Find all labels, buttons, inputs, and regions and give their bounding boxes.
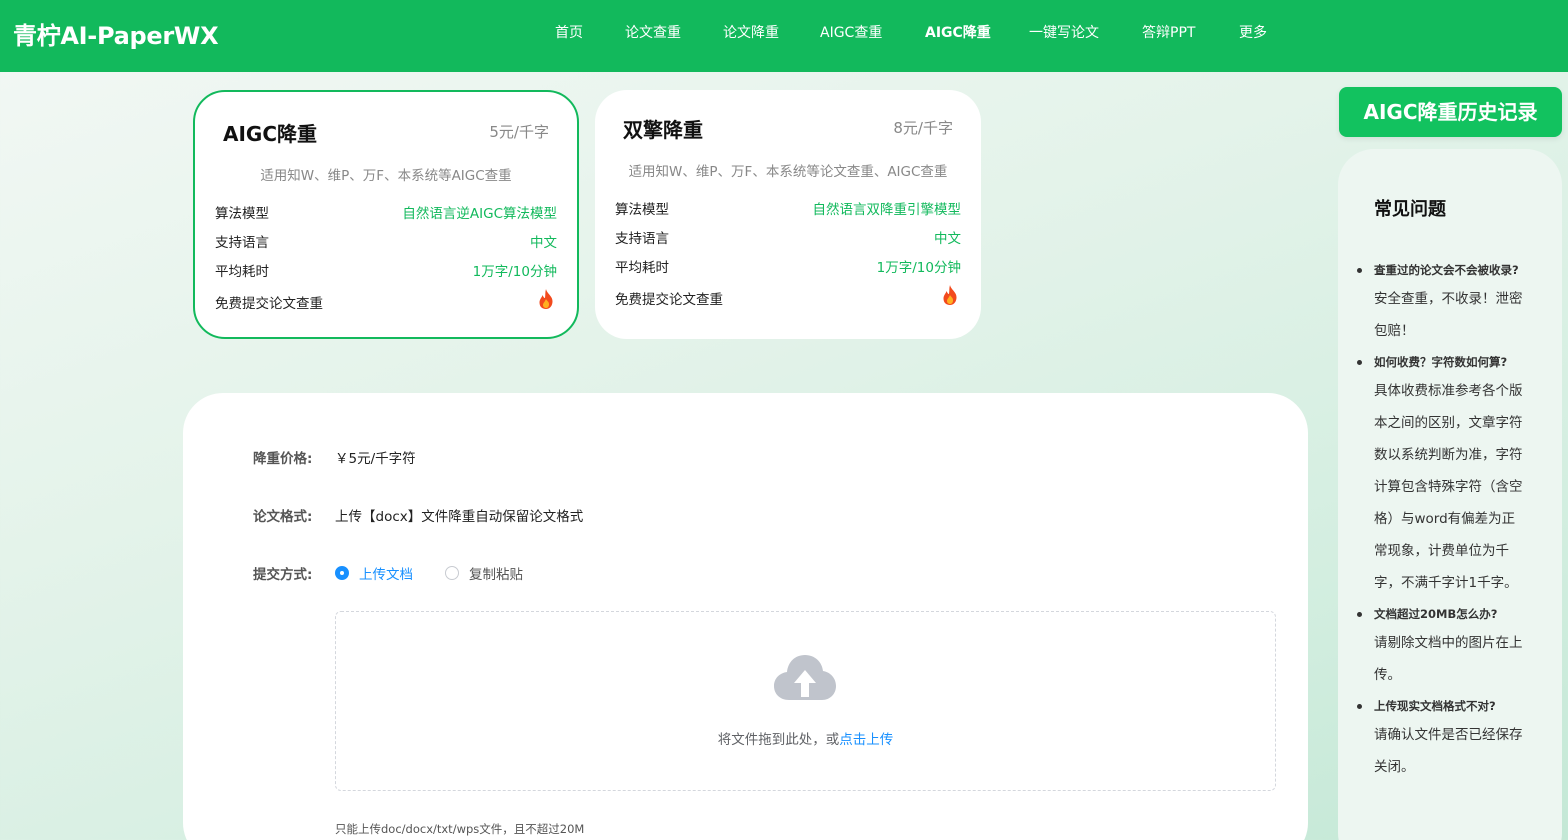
format-value: 上传【docx】文件降重自动保留论文格式 (335, 509, 584, 525)
feature-key: 免费提交论文查重 (215, 296, 323, 312)
nav-item-write-paper[interactable]: 一键写论文 (1029, 22, 1099, 42)
faq-question: 上传现实文档格式不对? (1374, 699, 1496, 713)
fire-icon (943, 285, 957, 305)
dropzone-instruction: 将文件拖到此处，或 (717, 732, 840, 748)
feature-key: 支持语言 (615, 231, 669, 247)
faq-answer: 请确认文件是否已经保存关闭。 (1374, 727, 1523, 775)
site-logo[interactable]: 青柠AI-PaperWX (13, 16, 219, 51)
click-upload-link[interactable]: 点击上传 (839, 732, 893, 748)
nav-item-paper-rewrite[interactable]: 论文降重 (723, 22, 779, 42)
plan-card-aigc-rewrite[interactable]: AIGC降重 5元/千字 适用知W、维P、万F、本系统等AIGC查重 算法模型 … (193, 90, 579, 339)
faq-item: 文档超过20MB怎么办? 请剔除文档中的图片在上传。 (1357, 605, 1526, 691)
format-label: 论文格式: (253, 509, 313, 525)
nav-item-defense-ppt[interactable]: 答辩PPT (1142, 22, 1195, 42)
radio-dot[interactable] (335, 566, 349, 580)
feature-value: 1万字/10分钟 (876, 260, 961, 276)
plan-name: 双擎降重 (623, 118, 703, 142)
feature-key: 免费提交论文查重 (615, 292, 723, 308)
feature-value: 自然语言逆AIGC算法模型 (402, 206, 557, 222)
plan-description: 适用知W、维P、万F、本系统等论文查重、AIGC查重 (628, 164, 948, 180)
history-button[interactable]: AIGC降重历史记录 (1339, 87, 1562, 137)
faq-item: 查重过的论文会不会被收录? 安全查重，不收录！泄密包赔！ (1357, 261, 1526, 347)
radio-upload-document[interactable]: 上传文档 (335, 563, 413, 583)
method-label: 提交方式: (253, 567, 313, 583)
faq-answer: 具体收费标准参考各个版本之间的区别，文章字符数以系统判断为准，字符计算包含特殊字… (1374, 383, 1523, 591)
feature-key: 算法模型 (215, 206, 269, 222)
plan-feature-row: 支持语言 中文 (615, 227, 961, 247)
faq-title: 常见问题 (1374, 199, 1446, 220)
plan-feature-row: 算法模型 自然语言双降重引擎模型 (615, 198, 961, 218)
rewrite-form-panel: 降重价格: ￥5元/千字符 论文格式: 上传【docx】文件降重自动保留论文格式… (183, 393, 1308, 840)
plan-description: 适用知W、维P、万F、本系统等AIGC查重 (260, 168, 512, 184)
top-navbar: 青柠AI-PaperWX 首页 论文查重 论文降重 AIGC查重 AIGC降重 … (0, 0, 1568, 72)
feature-key: 算法模型 (615, 202, 669, 218)
upload-hint: 只能上传doc/docx/txt/wps文件，且不超过20M (335, 822, 585, 836)
faq-item: 如何收费？字符数如何算? 具体收费标准参考各个版本之间的区别，文章字符数以系统判… (1357, 353, 1526, 599)
feature-key: 平均耗时 (215, 264, 269, 280)
feature-value: 1万字/10分钟 (472, 264, 557, 280)
faq-list: 查重过的论文会不会被收录? 安全查重，不收录！泄密包赔！ 如何收费？字符数如何算… (1357, 261, 1526, 789)
radio-copy-paste[interactable]: 复制粘贴 (445, 563, 523, 583)
faq-question: 如何收费？字符数如何算? (1374, 355, 1508, 369)
faq-answer: 安全查重，不收录！泄密包赔！ (1374, 291, 1523, 339)
faq-question: 文档超过20MB怎么办? (1374, 607, 1498, 621)
nav-item-paper-check[interactable]: 论文查重 (625, 22, 681, 42)
plan-feature-row: 平均耗时 1万字/10分钟 (615, 256, 961, 276)
feature-value: 中文 (934, 231, 961, 247)
nav-item-aigc-rewrite[interactable]: AIGC降重 (925, 22, 991, 42)
file-dropzone[interactable]: 将文件拖到此处，或点击上传 (335, 611, 1276, 791)
faq-panel: 常见问题 查重过的论文会不会被收录? 安全查重，不收录！泄密包赔！ 如何收费？字… (1338, 149, 1562, 840)
plan-feature-row: 免费提交论文查重 (215, 289, 557, 312)
cloud-upload-icon (774, 655, 836, 700)
price-value: ￥5元/千字符 (335, 451, 416, 467)
faq-answer: 请剔除文档中的图片在上传。 (1374, 635, 1523, 683)
fire-icon (539, 289, 553, 309)
dropzone-text: 将文件拖到此处，或点击上传 (336, 728, 1275, 748)
plan-card-dual-engine[interactable]: 双擎降重 8元/千字 适用知W、维P、万F、本系统等论文查重、AIGC查重 算法… (595, 90, 981, 339)
feature-value: 自然语言双降重引擎模型 (812, 202, 962, 218)
feature-key: 平均耗时 (615, 260, 669, 276)
nav-item-more[interactable]: 更多 (1239, 22, 1267, 42)
plan-feature-row: 平均耗时 1万字/10分钟 (215, 260, 557, 280)
plan-name: AIGC降重 (223, 122, 318, 146)
plan-feature-row: 支持语言 中文 (215, 231, 557, 251)
radio-label[interactable]: 上传文档 (359, 563, 413, 583)
plan-price: 5元/千字 (489, 123, 549, 141)
plan-feature-row: 免费提交论文查重 (615, 285, 961, 308)
faq-item: 上传现实文档格式不对? 请确认文件是否已经保存关闭。 (1357, 697, 1526, 783)
nav-item-home[interactable]: 首页 (555, 22, 583, 42)
plan-feature-row: 算法模型 自然语言逆AIGC算法模型 (215, 202, 557, 222)
feature-key: 支持语言 (215, 235, 269, 251)
faq-question: 查重过的论文会不会被收录? (1374, 263, 1519, 277)
feature-value: 中文 (530, 235, 557, 251)
radio-label[interactable]: 复制粘贴 (469, 563, 523, 583)
nav-item-aigc-check[interactable]: AIGC查重 (820, 22, 882, 42)
plan-price: 8元/千字 (893, 119, 953, 137)
price-label: 降重价格: (253, 451, 313, 467)
radio-dot[interactable] (445, 566, 459, 580)
